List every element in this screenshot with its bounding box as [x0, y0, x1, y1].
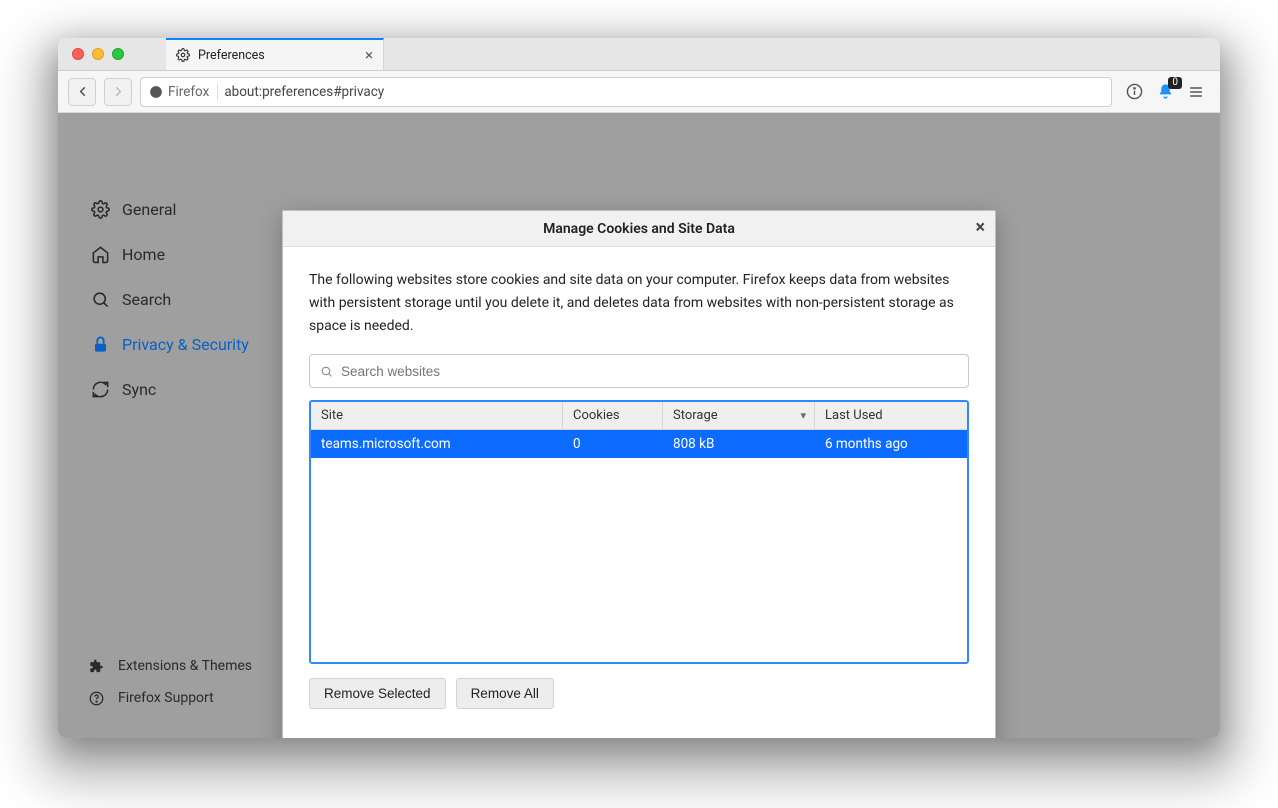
- url-bar[interactable]: Firefox about:preferences#privacy: [140, 77, 1112, 107]
- minimize-window-button[interactable]: [92, 48, 104, 60]
- site-data-table: Site Cookies Storage Last Used teams.mic…: [309, 400, 969, 664]
- dialog-description: The following websites store cookies and…: [309, 269, 969, 338]
- puzzle-icon: [86, 659, 106, 674]
- preferences-sidebar: General Home Search Privacy & Security S…: [58, 113, 318, 738]
- cell-site: teams.microsoft.com: [311, 436, 563, 452]
- lock-icon: [90, 335, 110, 354]
- remove-all-button[interactable]: Remove All: [456, 678, 554, 709]
- dialog-title: Manage Cookies and Site Data: [543, 221, 735, 237]
- manage-cookies-dialog: Manage Cookies and Site Data × The follo…: [282, 210, 996, 738]
- window-controls: [58, 38, 166, 70]
- sync-icon: [90, 380, 110, 399]
- sidebar-item-label: Search: [122, 290, 171, 309]
- identity-label: Firefox: [168, 84, 209, 100]
- toolbar: Firefox about:preferences#privacy 0: [58, 71, 1220, 113]
- sidebar-item-label: Home: [122, 245, 165, 264]
- sidebar-item-label: Firefox Support: [118, 690, 214, 706]
- help-icon: [86, 691, 106, 706]
- sidebar-item-label: Extensions & Themes: [118, 658, 252, 674]
- firefox-icon: [149, 85, 163, 99]
- sidebar-item-label: General: [122, 200, 176, 219]
- column-header-last-used[interactable]: Last Used: [815, 402, 967, 429]
- notifications-button[interactable]: 0: [1157, 83, 1174, 100]
- sidebar-item-label: Sync: [122, 380, 156, 399]
- gear-icon: [176, 48, 190, 62]
- identity-box[interactable]: Firefox: [149, 84, 218, 100]
- search-icon: [90, 290, 110, 309]
- tab-bar: Preferences ×: [58, 38, 1220, 71]
- cell-cookies: 0: [563, 436, 663, 452]
- close-dialog-button[interactable]: ×: [975, 217, 985, 238]
- zoom-window-button[interactable]: [112, 48, 124, 60]
- tab-preferences[interactable]: Preferences ×: [166, 38, 384, 70]
- app-menu-button[interactable]: [1188, 84, 1204, 100]
- close-window-button[interactable]: [72, 48, 84, 60]
- column-header-cookies[interactable]: Cookies: [563, 402, 663, 429]
- forward-button[interactable]: [104, 78, 132, 106]
- column-header-storage[interactable]: Storage: [663, 402, 815, 429]
- info-icon[interactable]: [1126, 83, 1143, 100]
- notification-count: 0: [1168, 77, 1182, 89]
- browser-window: Preferences × Firefox about:preferences#…: [58, 38, 1220, 738]
- table-body: teams.microsoft.com 0 808 kB 6 months ag…: [311, 430, 967, 662]
- search-websites-input[interactable]: [341, 364, 958, 379]
- column-header-site[interactable]: Site: [311, 402, 563, 429]
- cell-storage: 808 kB: [663, 436, 815, 452]
- cell-last-used: 6 months ago: [815, 436, 967, 452]
- preferences-content: General Home Search Privacy & Security S…: [58, 113, 1220, 738]
- remove-selected-button[interactable]: Remove Selected: [309, 678, 446, 709]
- home-icon: [90, 245, 110, 264]
- back-button[interactable]: [68, 78, 96, 106]
- dialog-header: Manage Cookies and Site Data ×: [283, 211, 995, 247]
- close-tab-button[interactable]: ×: [365, 46, 373, 64]
- gear-icon: [90, 200, 110, 219]
- table-row[interactable]: teams.microsoft.com 0 808 kB 6 months ag…: [311, 430, 967, 458]
- url-text: about:preferences#privacy: [224, 84, 384, 100]
- search-websites-field[interactable]: [309, 354, 969, 388]
- sidebar-item-label: Privacy & Security: [122, 335, 249, 354]
- sidebar-item-extensions[interactable]: Extensions & Themes: [86, 658, 252, 674]
- table-header: Site Cookies Storage Last Used: [311, 402, 967, 430]
- tab-title: Preferences: [198, 48, 265, 63]
- search-icon: [320, 365, 333, 378]
- sidebar-item-support[interactable]: Firefox Support: [86, 690, 252, 706]
